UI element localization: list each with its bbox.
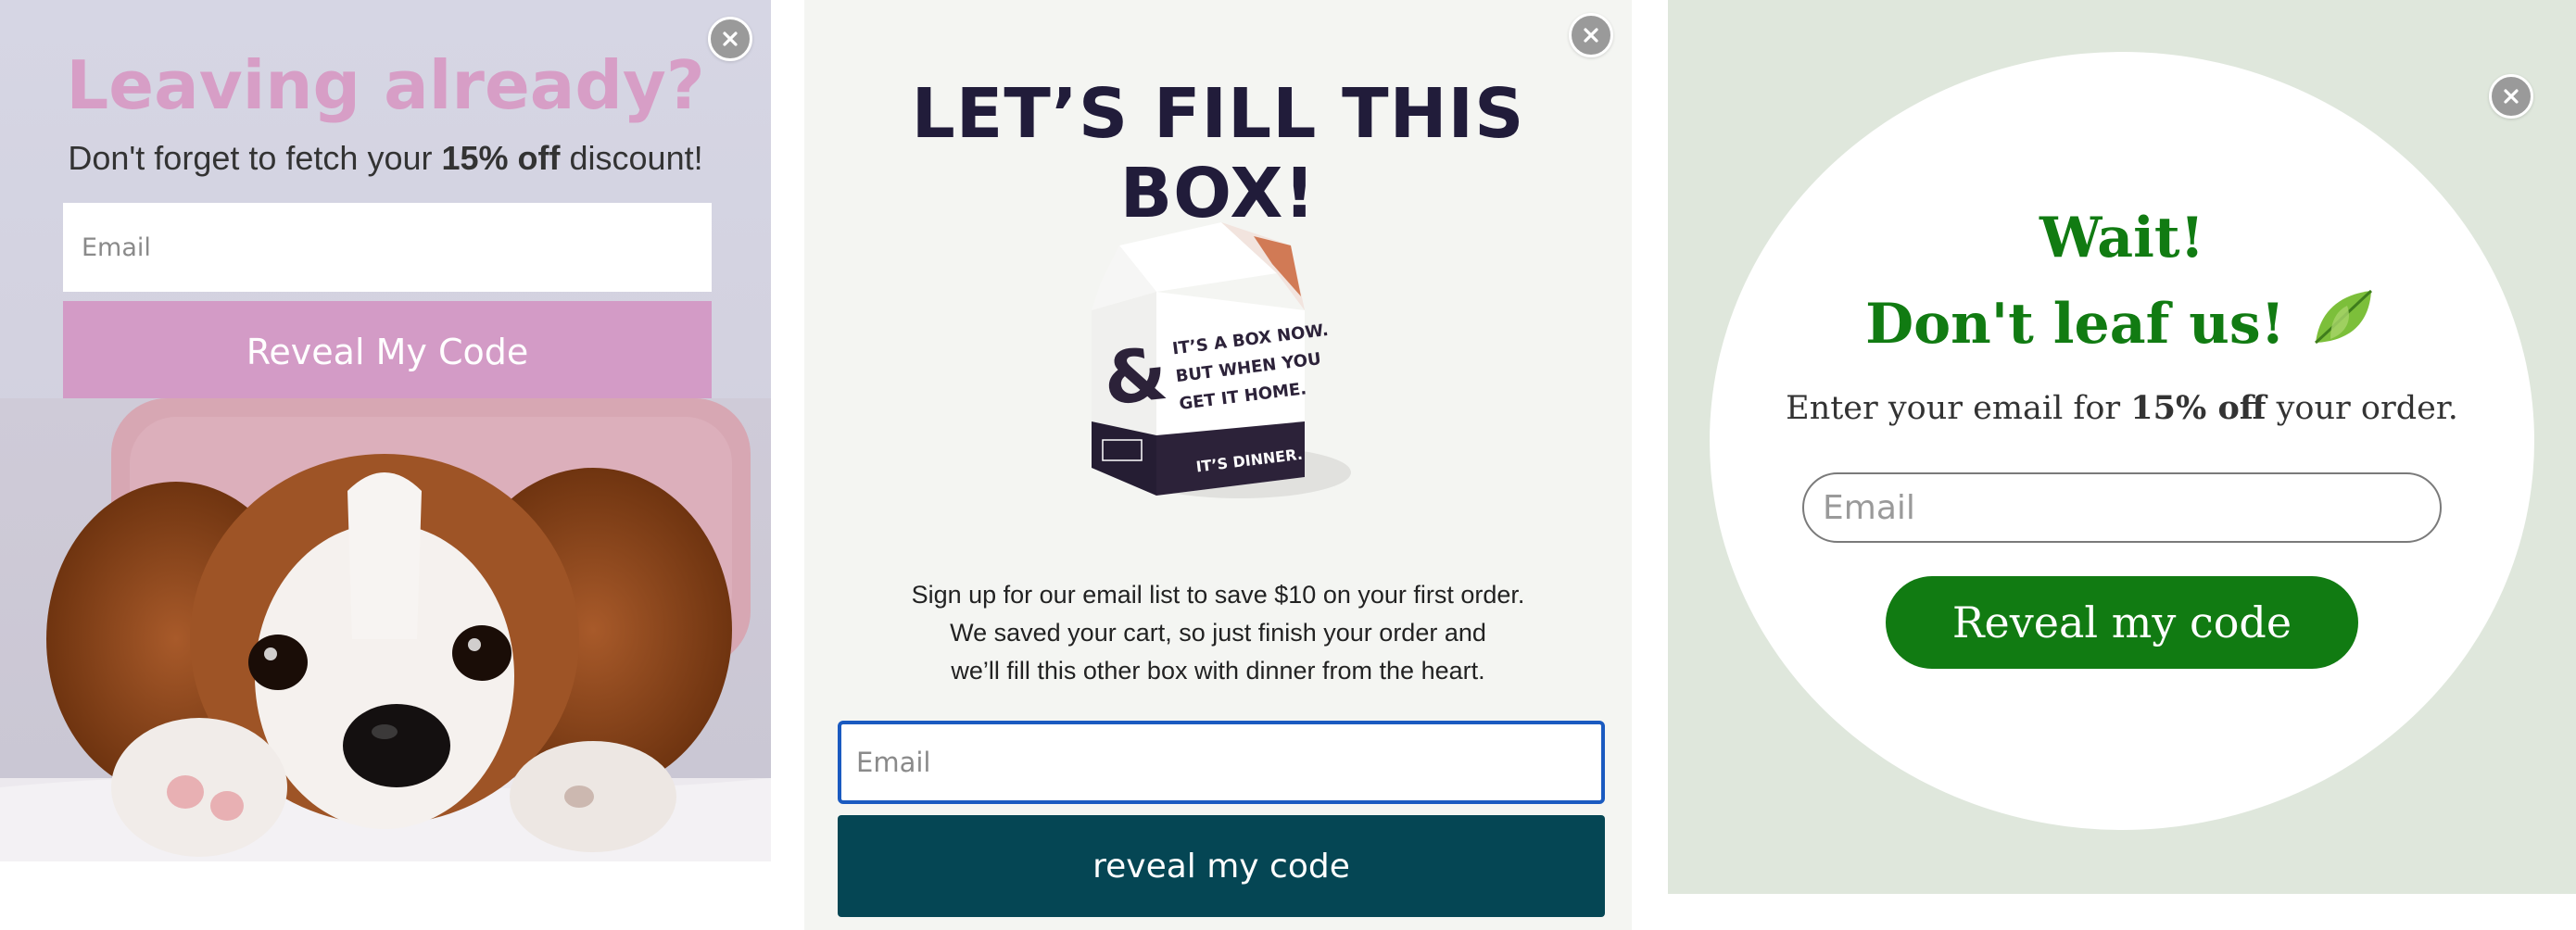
popup-subtitle: Don't forget to fetch your 15% off disco… bbox=[0, 139, 771, 178]
close-icon bbox=[723, 31, 738, 46]
email-input[interactable] bbox=[63, 203, 712, 292]
body-line: Sign up for our email list to save $10 o… bbox=[911, 581, 1525, 609]
close-button[interactable] bbox=[2489, 74, 2533, 119]
body-text: Enter your email for bbox=[1786, 390, 2131, 427]
svg-text:&: & bbox=[1100, 333, 1171, 422]
popup-body-text: Sign up for our email list to save $10 o… bbox=[804, 576, 1632, 690]
reveal-code-button[interactable]: reveal my code bbox=[838, 815, 1605, 917]
email-input[interactable] bbox=[1802, 472, 2442, 543]
email-input[interactable] bbox=[838, 721, 1605, 804]
takeout-box-illustration: & IT’S A BOX NOW. BUT WHEN YOU GET IT HO… bbox=[1092, 222, 1351, 498]
close-icon bbox=[1584, 28, 1598, 43]
puppy-photo bbox=[0, 398, 771, 861]
subtitle-text-end: discount! bbox=[560, 139, 703, 177]
close-button[interactable] bbox=[1569, 13, 1613, 57]
close-button[interactable] bbox=[708, 17, 752, 61]
subtitle-text: Don't forget to fetch your bbox=[68, 139, 442, 177]
discount-highlight: 15% off bbox=[441, 139, 561, 177]
popup-title: Leaving already? bbox=[66, 46, 705, 124]
discount-highlight: 15% off bbox=[2130, 389, 2267, 427]
body-line: we’ll fill this other box with dinner fr… bbox=[951, 657, 1485, 685]
body-text-end: your order. bbox=[2266, 390, 2458, 427]
reveal-code-button[interactable]: Reveal my code bbox=[1886, 576, 2358, 669]
body-line: We saved your cart, so just finish your … bbox=[950, 619, 1486, 647]
title-text: Don't leaf us! bbox=[1865, 292, 2286, 357]
popup-leaving-already: Leaving already? Don't forget to fetch y… bbox=[0, 0, 771, 861]
popup-fill-this-box: LET’S FILL THIS BOX! & IT’S A BOX NOW. B… bbox=[804, 0, 1632, 930]
close-icon bbox=[2504, 89, 2519, 104]
leaf-icon bbox=[2314, 289, 2372, 345]
popup-subtitle: Don't leaf us! bbox=[1668, 285, 2576, 357]
popup-circle-card bbox=[1710, 52, 2534, 830]
reveal-code-button[interactable]: Reveal My Code bbox=[63, 301, 712, 403]
popup-title: Wait! bbox=[2039, 206, 2204, 270]
popup-body-text: Enter your email for 15% off your order. bbox=[1668, 389, 2576, 427]
popup-dont-leaf-us: Wait! Don't leaf us! Enter your email fo… bbox=[1668, 0, 2576, 894]
